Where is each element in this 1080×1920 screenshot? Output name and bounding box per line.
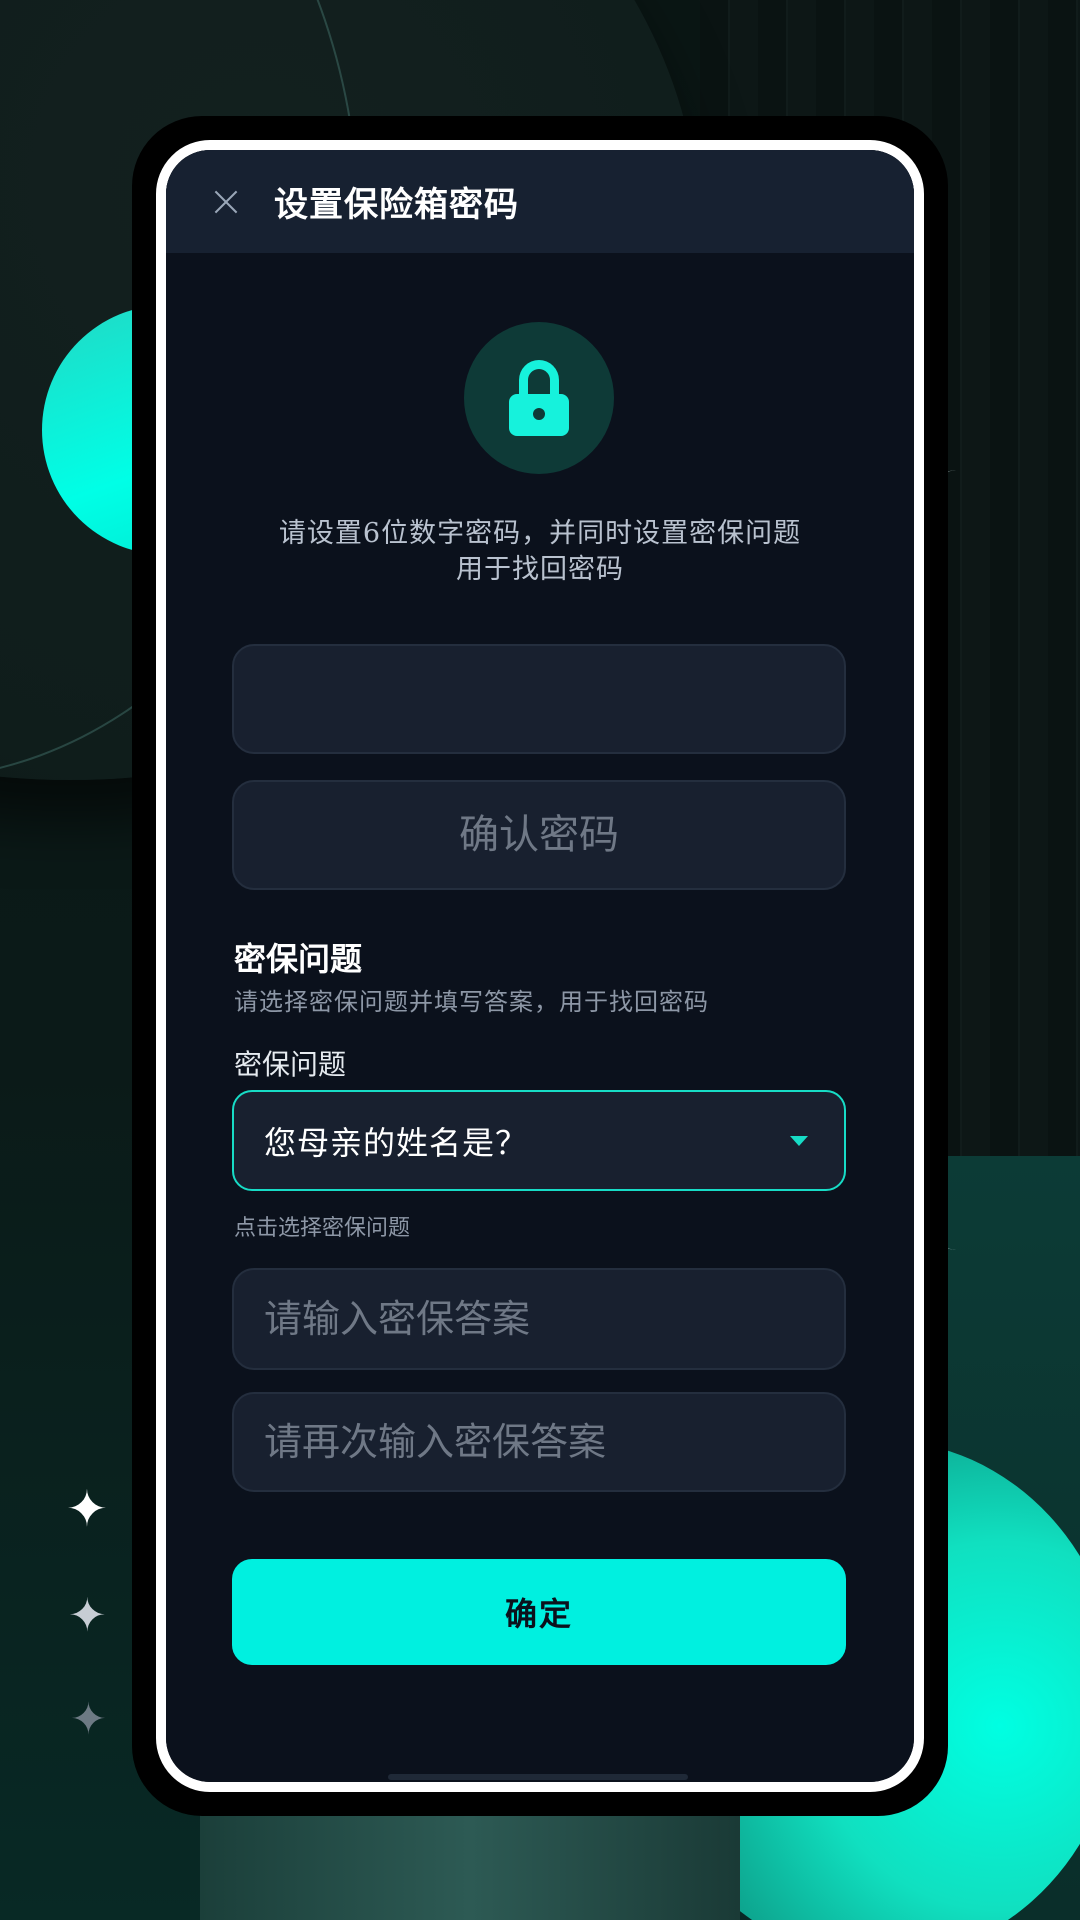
answer-input[interactable] (234, 1270, 844, 1368)
intro-line-2: 用于找回密码 (456, 554, 624, 585)
security-question-help: 点击选择密保问题 (234, 1216, 411, 1241)
answer-repeat-field[interactable] (232, 1392, 846, 1492)
page-title: 设置保险箱密码 (274, 185, 519, 225)
phone-bezel: 设置保险箱密码 请设置6位数字密码，并同时设置密保问题 用于找回密码 密保问题 … (156, 140, 924, 1792)
background-outline-letters (936, 470, 1056, 1250)
intro-line-1: 请设置6位数字密码，并同时设置密保问题 (278, 518, 802, 549)
chevron-down-icon (790, 1135, 808, 1146)
sparkle-icon: ✦ (66, 1480, 108, 1538)
answer-repeat-input[interactable] (234, 1394, 844, 1490)
security-section-title: 密保问题 (234, 940, 363, 978)
security-question-label: 密保问题 (234, 1048, 347, 1081)
security-section-subtitle: 请选择密保问题并填写答案，用于找回密码 (234, 988, 709, 1016)
confirm-password-input[interactable] (234, 782, 844, 888)
sparkle-icon: ✦ (70, 1694, 107, 1745)
screen: 设置保险箱密码 请设置6位数字密码，并同时设置密保问题 用于找回密码 密保问题 … (166, 150, 914, 1782)
sparkle-icon: ✦ (68, 1588, 107, 1642)
password-input[interactable] (234, 646, 844, 752)
app-bar: 设置保险箱密码 (166, 150, 914, 253)
confirm-password-field[interactable] (232, 780, 846, 890)
phone-frame: 设置保险箱密码 请设置6位数字密码，并同时设置密保问题 用于找回密码 密保问题 … (132, 116, 948, 1816)
home-indicator (388, 1774, 688, 1780)
close-icon[interactable] (206, 182, 246, 222)
password-field[interactable] (232, 644, 846, 754)
intro-text: 请设置6位数字密码，并同时设置密保问题 用于找回密码 (206, 516, 874, 588)
answer-field[interactable] (232, 1268, 846, 1370)
security-question-select[interactable]: 您母亲的姓名是？ (232, 1090, 846, 1191)
confirm-button[interactable]: 确定 (232, 1559, 846, 1665)
lock-badge (464, 322, 614, 474)
selected-question: 您母亲的姓名是？ (264, 1123, 529, 1162)
lock-icon (509, 360, 569, 436)
